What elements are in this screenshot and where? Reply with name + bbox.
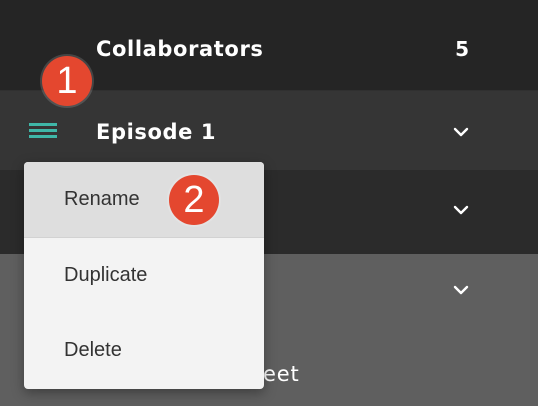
chevron-down-icon[interactable] <box>453 126 469 138</box>
collaborators-count: 5 <box>455 37 469 61</box>
menu-item-label: Rename <box>64 188 140 210</box>
menu-item-rename[interactable]: Rename <box>24 162 264 237</box>
step-1-badge: 1 <box>42 56 92 106</box>
hamburger-icon[interactable] <box>29 121 59 141</box>
collaborators-label: Collaborators <box>96 37 264 61</box>
episode-row[interactable]: Episode 1 <box>0 91 538 170</box>
menu-item-label: Delete <box>64 339 122 361</box>
menu-item-label: Duplicate <box>64 264 148 286</box>
episode-title: Episode 1 <box>96 120 217 144</box>
menu-item-duplicate[interactable]: Duplicate <box>24 238 264 313</box>
context-menu: Rename Duplicate Delete <box>24 162 264 389</box>
step-2-badge: 2 <box>169 175 219 225</box>
menu-item-delete[interactable]: Delete <box>24 313 264 388</box>
chevron-down-icon[interactable] <box>453 284 469 296</box>
sheet-label-partial: eet <box>263 362 300 386</box>
chevron-down-icon[interactable] <box>453 204 469 216</box>
